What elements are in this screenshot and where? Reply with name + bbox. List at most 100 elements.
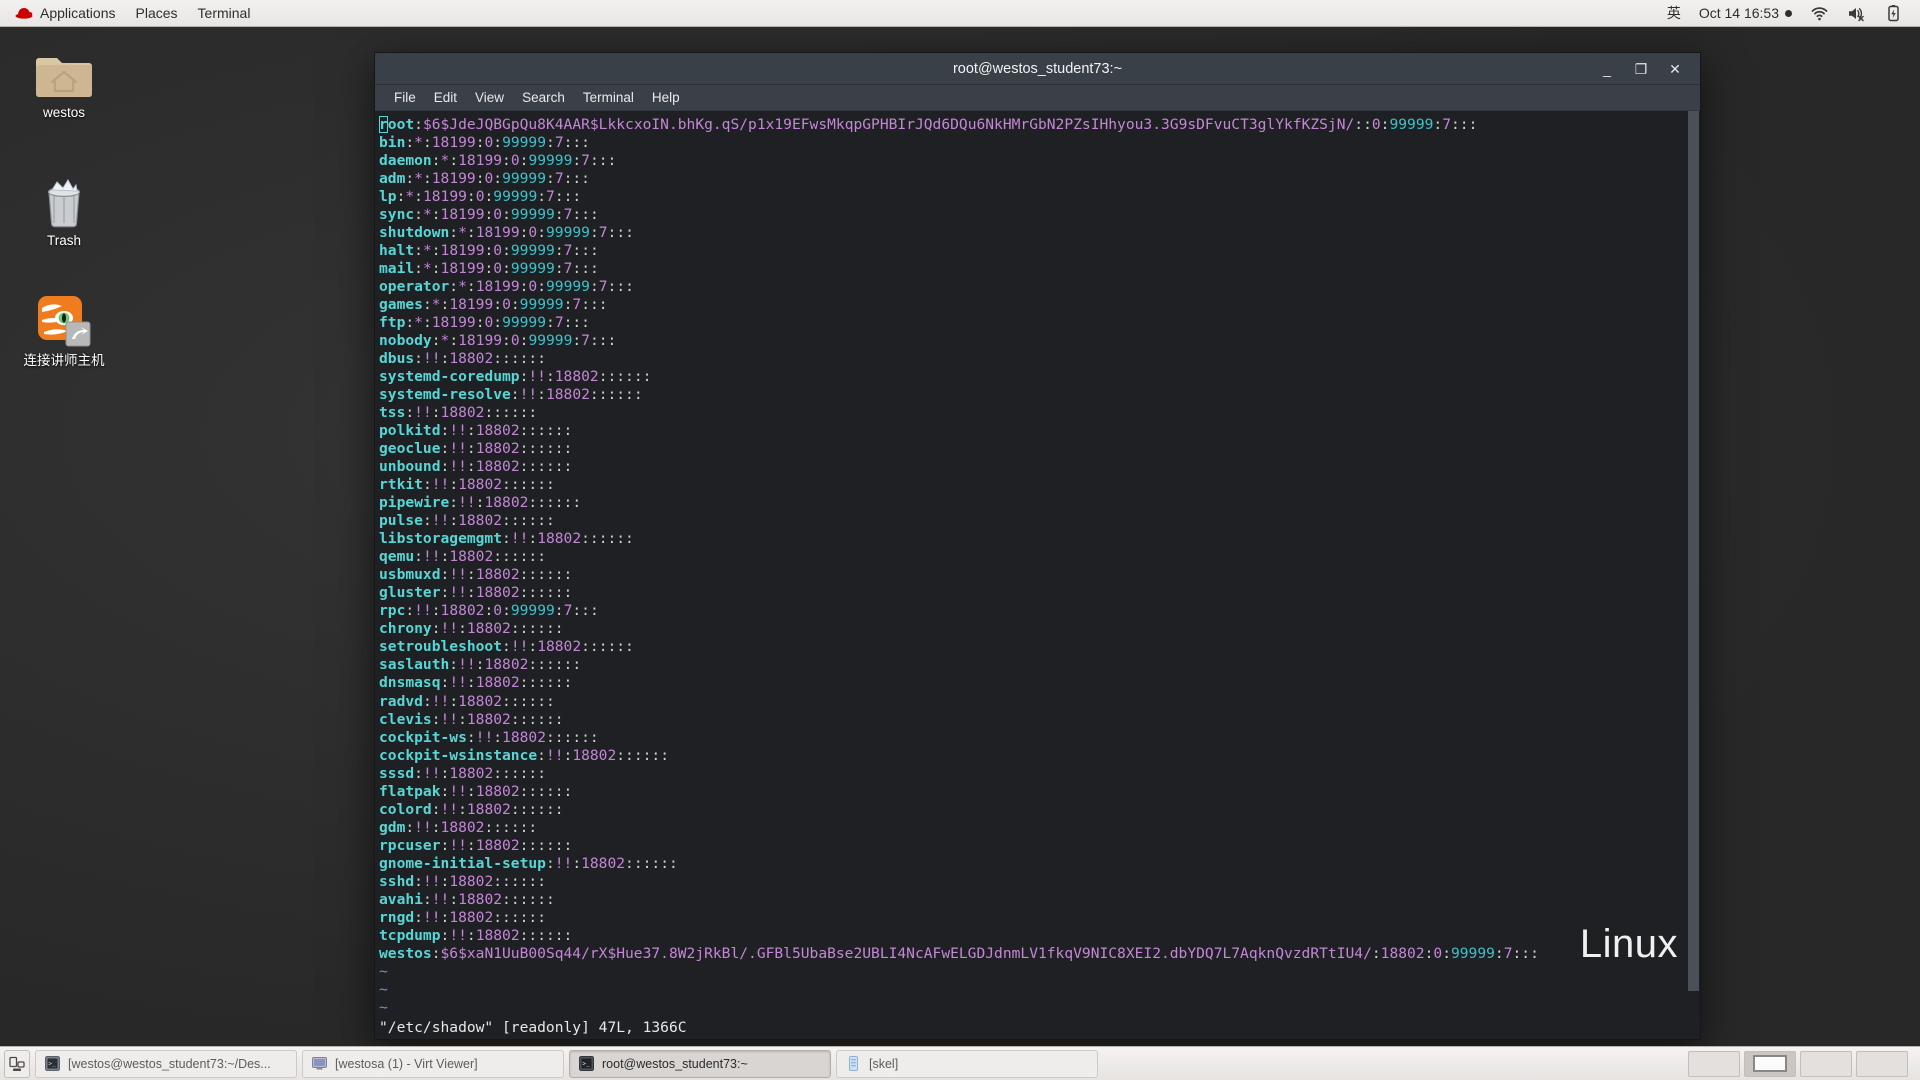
taskbar-item-0-label: [westos@westos_student73:~/Des... <box>68 1056 271 1071</box>
applications-menu[interactable]: Applications <box>6 2 125 24</box>
terminal-line: rngd:!!:18802:::::: <box>379 908 546 926</box>
taskbar-item-1[interactable]: [westosa (1) - Virt Viewer] <box>302 1049 564 1078</box>
volume-status[interactable] <box>1840 0 1873 27</box>
taskbar-item-0[interactable]: >_ [westos@westos_student73:~/Des... <box>35 1049 297 1078</box>
terminal-line: shutdown:*:18199:0:99999:7::: <box>379 224 634 242</box>
terminal-line: root:$6$JdeJQBGpQu8K4AAR$LkkcxoIN.bhKg.q… <box>379 116 1478 133</box>
terminal-line: avahi:!!:18802:::::: <box>379 890 555 908</box>
terminal-line: nobody:*:18199:0:99999:7::: <box>379 332 617 350</box>
clock-label: Oct 14 16:53 <box>1698 5 1779 21</box>
workspace-2-window-preview <box>1753 1055 1787 1072</box>
close-button[interactable]: ✕ <box>1666 62 1684 76</box>
terminal-line: adm:*:18199:0:99999:7::: <box>379 170 590 188</box>
taskbar-item-1-label: [westosa (1) - Virt Viewer] <box>335 1056 478 1071</box>
battery-status[interactable] <box>1877 0 1910 27</box>
show-desktop-button[interactable] <box>4 1049 30 1078</box>
taskbar-item-3[interactable]: [skel] <box>836 1049 1098 1078</box>
top-panel: Applications Places Terminal 英 Oct 14 16… <box>0 0 1920 27</box>
terminal-line: libstoragemgmt:!!:18802:::::: <box>379 530 634 548</box>
terminal-line: saslauth:!!:18802:::::: <box>379 656 582 674</box>
terminal-line: sync:*:18199:0:99999:7::: <box>379 206 599 224</box>
desktop-icon-instructor-host[interactable]: 连接讲师主机 <box>6 288 122 373</box>
terminal-line: tss:!!:18802:::::: <box>379 404 538 422</box>
terminal-line: unbound:!!:18802:::::: <box>379 458 573 476</box>
notification-dot-icon <box>1785 9 1792 17</box>
taskbar-item-2-label: root@westos_student73:~ <box>602 1056 748 1071</box>
terminal-title: root@westos_student73:~ <box>952 60 1123 77</box>
terminal-line: setroubleshoot:!!:18802:::::: <box>379 638 634 656</box>
file-manager-icon <box>845 1055 862 1072</box>
workspace-switcher <box>1688 1050 1916 1077</box>
desktop-icon-instructor-host-label: 连接讲师主机 <box>23 353 105 368</box>
menu-edit[interactable]: Edit <box>425 87 466 108</box>
terminal-menu-bar: File Edit View Search Terminal Help <box>375 85 1700 111</box>
terminal-output: root:$6$JdeJQBGpQu8K4AAR$LkkcxoIN.bhKg.q… <box>375 111 1700 1015</box>
desktop-icon-trash[interactable]: Trash <box>12 168 116 253</box>
terminal-line: polkitd:!!:18802:::::: <box>379 422 573 440</box>
terminal-line: gnome-initial-setup:!!:18802:::::: <box>379 854 678 872</box>
desktop-icon-trash-label: Trash <box>46 233 81 248</box>
vim-status-line: "/etc/shadow" [readonly] 47L, 1366C 1,1 … <box>375 1015 1700 1039</box>
desktop-icon-westos-label: westos <box>42 105 86 120</box>
workspace-2[interactable] <box>1744 1050 1796 1077</box>
workspace-1[interactable] <box>1688 1050 1740 1077</box>
desktop-icon-westos[interactable]: westos <box>12 40 116 125</box>
clock[interactable]: Oct 14 16:53 <box>1692 2 1799 24</box>
terminal-body[interactable]: root:$6$JdeJQBGpQu8K4AAR$LkkcxoIN.bhKg.q… <box>375 111 1700 1039</box>
terminal-window[interactable]: root@westos_student73:~ _ ❐ ✕ File Edit … <box>374 52 1701 1040</box>
redhat-logo-icon <box>15 6 33 20</box>
tigervnc-shortcut-icon <box>8 292 120 348</box>
workspace-3[interactable] <box>1800 1050 1852 1077</box>
terminal-line: flatpak:!!:18802:::::: <box>379 782 573 800</box>
terminal-line: westos:$6$xaN1UuB00Sq44/rX$Hue37.8W2jRkB… <box>379 944 1539 962</box>
menu-help[interactable]: Help <box>643 87 689 108</box>
svg-text:>_: >_ <box>582 1060 590 1067</box>
terminal-menu-label: Terminal <box>197 5 251 21</box>
vim-filler-line: ~ <box>379 980 388 998</box>
maximize-button[interactable]: ❐ <box>1632 62 1650 76</box>
terminal-icon: >_ <box>578 1055 595 1072</box>
virt-viewer-icon <box>311 1055 328 1072</box>
terminal-line: pulse:!!:18802:::::: <box>379 512 555 530</box>
places-menu[interactable]: Places <box>127 2 187 24</box>
terminal-line: daemon:*:18199:0:99999:7::: <box>379 152 617 170</box>
terminal-title-bar[interactable]: root@westos_student73:~ _ ❐ ✕ <box>375 53 1700 85</box>
terminal-menu[interactable]: Terminal <box>189 2 260 24</box>
terminal-line: tcpdump:!!:18802:::::: <box>379 926 573 944</box>
terminal-line: gdm:!!:18802:::::: <box>379 818 538 836</box>
terminal-line: bin:*:18199:0:99999:7::: <box>379 134 590 152</box>
show-desktop-icon <box>9 1056 25 1071</box>
desktop[interactable]: Applications Places Terminal 英 Oct 14 16… <box>0 0 1920 1080</box>
terminal-line: lp:*:18199:0:99999:7::: <box>379 188 582 206</box>
terminal-line: games:*:18199:0:99999:7::: <box>379 296 608 314</box>
terminal-scroll-thumb[interactable] <box>1688 111 1699 991</box>
menu-file[interactable]: File <box>385 87 425 108</box>
wifi-status[interactable] <box>1803 0 1836 27</box>
vim-filler-line: ~ <box>379 998 388 1015</box>
terminal-line: operator:*:18199:0:99999:7::: <box>379 278 634 296</box>
terminal-line: cockpit-wsinstance:!!:18802:::::: <box>379 746 669 764</box>
terminal-line: colord:!!:18802:::::: <box>379 800 564 818</box>
workspace-4[interactable] <box>1856 1050 1908 1077</box>
terminal-line: pipewire:!!:18802:::::: <box>379 494 582 512</box>
terminal-line: geoclue:!!:18802:::::: <box>379 440 573 458</box>
vim-status-file: "/etc/shadow" [readonly] 47L, 1366C <box>379 1018 687 1036</box>
menu-view[interactable]: View <box>466 87 513 108</box>
terminal-line: mail:*:18199:0:99999:7::: <box>379 260 599 278</box>
menu-search[interactable]: Search <box>513 87 574 108</box>
taskbar-item-2[interactable]: >_ root@westos_student73:~ <box>569 1049 831 1078</box>
top-panel-tray: 英 Oct 14 16:53 <box>1660 0 1920 27</box>
menu-terminal[interactable]: Terminal <box>574 87 643 108</box>
terminal-line: halt:*:18199:0:99999:7::: <box>379 242 599 260</box>
terminal-scrollbar[interactable] <box>1687 111 1700 1039</box>
vim-filler-line: ~ <box>379 962 388 980</box>
places-menu-label: Places <box>135 5 178 21</box>
home-folder-icon <box>14 44 114 100</box>
terminal-line: rpcuser:!!:18802:::::: <box>379 836 573 854</box>
terminal-line: ftp:*:18199:0:99999:7::: <box>379 314 590 332</box>
terminal-line: sssd:!!:18802:::::: <box>379 764 546 782</box>
terminal-line: radvd:!!:18802:::::: <box>379 692 555 710</box>
input-method-indicator[interactable]: 英 <box>1660 2 1688 24</box>
minimize-button[interactable]: _ <box>1598 62 1616 76</box>
bottom-panel: >_ [westos@westos_student73:~/Des... [we… <box>0 1046 1920 1080</box>
